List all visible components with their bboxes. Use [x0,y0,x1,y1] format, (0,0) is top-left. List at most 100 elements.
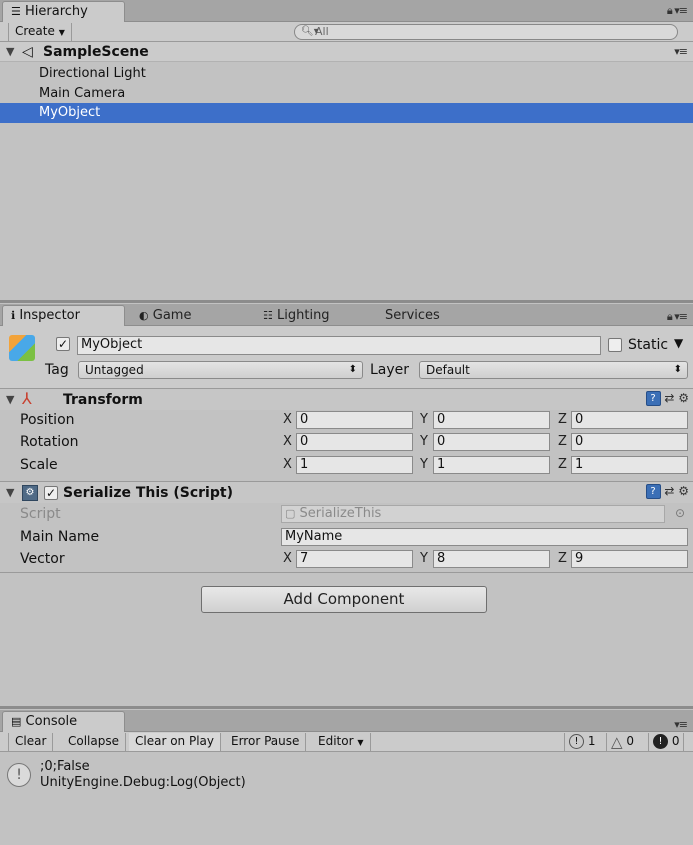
updown-icon: ⬍ [673,364,682,375]
chevron-down-icon: ▼ [58,28,65,37]
tag-dropdown[interactable]: Untagged ⬍ [78,361,363,379]
hierarchy-tabstrip: ☰ Hierarchy 🔒︎ ▾≡ [0,0,693,22]
vector-y-field[interactable]: 8 [433,550,550,568]
hierarchy-search-input[interactable]: 🔍︎▾ All [294,24,678,40]
scale-z-field[interactable]: 1 [571,456,688,474]
hierarchy-item-label: Main Camera [39,86,126,101]
field-value: 0 [437,434,446,449]
static-checkbox[interactable] [608,338,622,352]
hierarchy-item-label: MyObject [39,105,101,120]
field-value: 0 [300,434,309,449]
scale-label: Scale [20,457,58,473]
axis-x-label: X [283,434,292,449]
panel-splitter[interactable] [0,706,693,709]
position-z-field[interactable]: 0 [571,411,688,429]
hierarchy-item-directional-light[interactable]: Directional Light [0,64,693,84]
rotation-x-field[interactable]: 0 [296,433,413,451]
field-value: 7 [300,551,309,566]
axis-y-label: Y [420,434,428,449]
position-y-field[interactable]: 0 [433,411,550,429]
divider [0,572,693,573]
scale-x-field[interactable]: 1 [296,456,413,474]
warning-count-toggle[interactable]: △ 0 [606,733,638,751]
hierarchy-item-myobject[interactable]: MyObject [0,103,693,123]
panel-splitter[interactable] [0,300,693,303]
chevron-down-icon: ▼ [357,738,364,747]
lock-icon[interactable]: 🔒︎ ▾≡ [667,4,688,18]
game-icon: ◐ [139,309,149,322]
info-count-toggle[interactable]: ! 1 [564,733,599,751]
hierarchy-item-main-camera[interactable]: Main Camera [0,84,693,104]
clear-button[interactable]: Clear [8,733,54,751]
component-header-icons: ? ⇄ ⚙ [645,484,689,499]
gear-icon[interactable]: ⚙ [678,391,689,405]
scale-y-field[interactable]: 1 [433,456,550,474]
error-pause-button[interactable]: Error Pause [225,733,307,751]
unity-scene-icon: ◁ [22,44,33,60]
axis-z-label: Z [558,457,567,472]
warning-icon: △ [611,732,623,751]
axis-x-label: X [283,412,292,427]
script-enabled-checkbox[interactable]: ✓ [44,486,58,500]
layer-dropdown[interactable]: Default ⬍ [419,361,688,379]
field-value: 1 [300,457,309,472]
tab-game-label: Game [152,308,192,323]
preset-icon[interactable]: ⇄ [664,484,674,498]
rotation-y-field[interactable]: 0 [433,433,550,451]
console-toolbar: Clear Collapse Clear on Play Error Pause… [0,732,693,752]
active-checkbox[interactable]: ✓ [56,337,70,351]
script-object-field: ▢ SerializeThis [281,505,665,523]
gear-icon[interactable]: ⚙ [678,484,689,498]
main-name-field[interactable]: MyName [281,528,688,546]
tab-lighting[interactable]: ☷ Lighting [254,305,364,326]
gameobject-cube-icon [9,335,35,361]
create-button[interactable]: Create ▼ [8,23,72,41]
object-name-field[interactable]: MyObject [77,336,601,355]
transform-header[interactable]: ▼ ⅄ Transform ? ⇄ ⚙ [0,388,693,410]
field-value: 1 [575,457,584,472]
error-count-toggle[interactable]: ! 0 [648,733,685,751]
console-icon: ▤ [11,715,22,728]
script-component-header[interactable]: ▼ ⚙ ✓ Serialize This (Script) ? ⇄ ⚙ [0,481,693,503]
rotation-label: Rotation [20,434,79,450]
help-book-icon[interactable]: ? [645,391,661,406]
panel-menu-icon[interactable]: ▾≡ [674,718,688,731]
preset-icon[interactable]: ⇄ [664,391,674,405]
vector-x-field[interactable]: 7 [296,550,413,568]
scene-menu-icon[interactable]: ▾≡ [674,42,688,62]
vector-z-field[interactable]: 9 [571,550,688,568]
hierarchy-toolbar: Create ▼ 🔍︎▾ All [0,22,693,42]
vector-label: Vector [20,551,65,567]
tab-console[interactable]: ▤ Console [2,711,125,732]
tab-game[interactable]: ◐ Game [130,305,240,326]
tab-lighting-label: Lighting [277,308,330,323]
axis-z-label: Z [558,551,567,566]
foldout-arrow-icon[interactable]: ▼ [6,42,14,62]
warning-count: 0 [626,734,635,748]
info-count: 1 [587,734,596,748]
script-value: SerializeThis [299,506,382,521]
lock-icon[interactable]: 🔒︎ ▾≡ [667,310,688,324]
tab-services[interactable]: Services [376,305,476,326]
info-icon: ! [569,734,584,749]
component-header-icons: ? ⇄ ⚙ [645,391,689,406]
position-x-field[interactable]: 0 [296,411,413,429]
static-dropdown-icon[interactable]: ▼ [674,336,683,350]
search-icon: 🔍︎▾ [301,26,319,37]
object-picker-icon[interactable]: ⊙ [675,506,685,520]
field-value: 0 [575,412,584,427]
scene-row[interactable]: ▼ ◁ SampleScene ▾≡ [0,42,693,62]
object-name-value: MyObject [81,337,143,352]
clear-on-play-button[interactable]: Clear on Play [129,733,221,751]
collapse-button[interactable]: Collapse [62,733,126,751]
foldout-arrow-icon[interactable]: ▼ [6,486,14,499]
help-book-icon[interactable]: ? [645,484,661,499]
foldout-arrow-icon[interactable]: ▼ [6,393,14,406]
tab-services-label: Services [385,308,440,323]
tab-inspector[interactable]: ℹ Inspector [2,305,125,326]
editor-dropdown[interactable]: Editor ▼ [312,733,371,751]
add-component-button[interactable]: Add Component [201,586,487,613]
tab-hierarchy[interactable]: ☰ Hierarchy [2,1,125,22]
axis-y-label: Y [420,412,428,427]
rotation-z-field[interactable]: 0 [571,433,688,451]
